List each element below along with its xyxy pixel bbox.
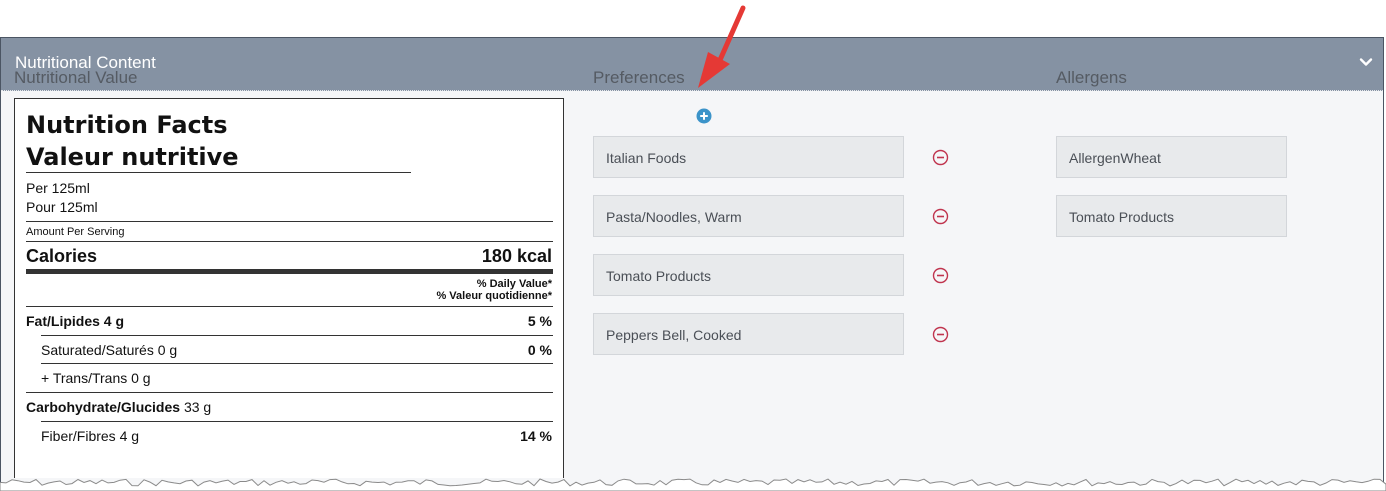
divider — [26, 241, 553, 242]
fat-daily-value: 5 % — [527, 313, 552, 329]
plus-circle-icon[interactable] — [696, 108, 712, 124]
minus-circle-icon[interactable] — [932, 326, 949, 343]
calories-value: 180 kcal — [481, 246, 552, 266]
saturated-label: Saturated/Saturés 0 g — [41, 342, 178, 358]
valeur-nutritive-title: Valeur nutritive — [26, 143, 239, 171]
allergens-label: Allergens — [1056, 68, 1127, 87]
torn-edge — [0, 478, 1386, 491]
preference-item[interactable]: Pasta/Noodles, Warm — [593, 195, 904, 237]
fat-amount: 4 g — [103, 313, 125, 329]
daily-value-fr: % Valeur quotidienne* — [436, 290, 552, 302]
fat-row-label: Fat/Lipides 4 g — [26, 313, 124, 329]
preference-item[interactable]: Tomato Products — [593, 254, 904, 296]
divider — [26, 221, 553, 222]
divider — [41, 363, 553, 364]
calories-thick-divider — [26, 269, 553, 274]
daily-value-en: % Daily Value* — [476, 278, 552, 290]
allergen-item[interactable]: AllergenWheat — [1056, 136, 1287, 178]
panel-header[interactable]: Nutritional Content — [1, 38, 1383, 91]
serving-size-en: Per 125ml — [26, 180, 90, 196]
nutrition-facts-table: Nutrition Facts Valeur nutritive Per 125… — [14, 98, 564, 478]
minus-circle-icon[interactable] — [932, 149, 949, 166]
fat-label: Fat/Lipides — [26, 313, 100, 329]
minus-circle-icon[interactable] — [932, 267, 949, 284]
divider — [41, 335, 553, 336]
amount-per-serving: Amount Per Serving — [26, 226, 125, 238]
divider — [26, 392, 553, 393]
carbohydrate-row-label: Carbohydrate/Glucides 33 g — [26, 399, 211, 415]
carbohydrate-label: Carbohydrate/Glucides — [26, 399, 181, 415]
divider — [41, 421, 553, 422]
nutrition-facts-title: Nutrition Facts — [26, 111, 228, 139]
nutritional-value-label: Nutritional Value — [14, 68, 138, 87]
allergen-item[interactable]: Tomato Products — [1056, 195, 1287, 237]
calories-label: Calories — [26, 246, 98, 266]
chevron-down-icon[interactable] — [1359, 55, 1373, 69]
preferences-label: Preferences — [593, 68, 685, 87]
serving-size-fr: Pour 125ml — [26, 199, 98, 215]
fiber-label: Fiber/Fibres 4 g — [41, 428, 140, 444]
saturated-daily-value: 0 % — [527, 342, 552, 358]
trans-label: + Trans/Trans 0 g — [41, 370, 151, 386]
fiber-daily-value: 14 % — [520, 428, 552, 444]
carbohydrate-amount: 33 g — [183, 399, 212, 415]
divider — [26, 306, 553, 307]
minus-circle-icon[interactable] — [932, 208, 949, 225]
preference-item[interactable]: Peppers Bell, Cooked — [593, 313, 904, 355]
preference-item[interactable]: Italian Foods — [593, 136, 904, 178]
title-divider — [26, 172, 411, 173]
